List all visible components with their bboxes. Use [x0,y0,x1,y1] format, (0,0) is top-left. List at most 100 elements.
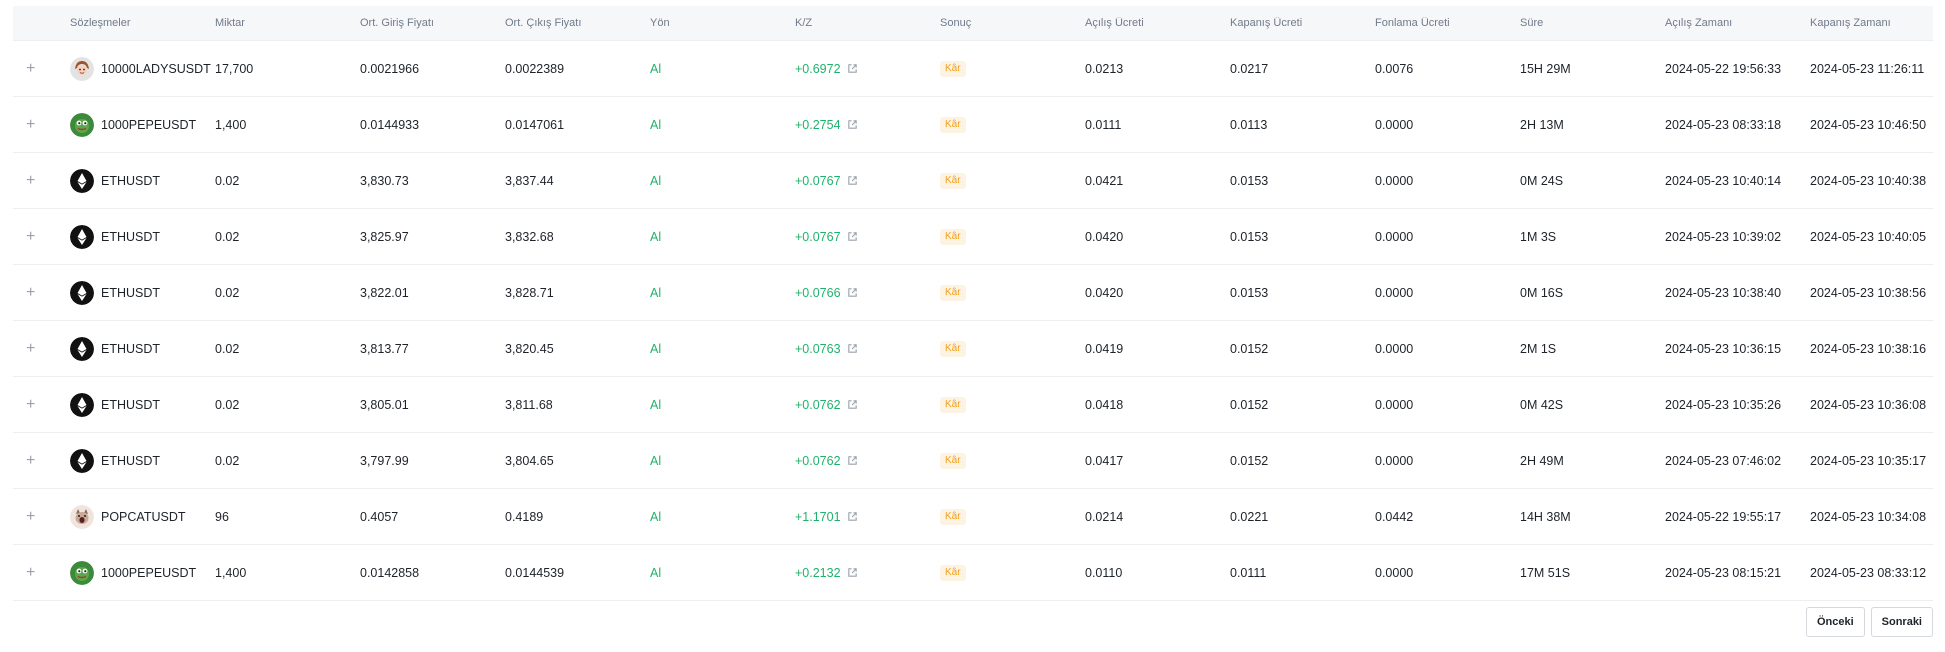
side-cell: Al [650,173,662,188]
open-fee-cell: 0.0421 [1085,173,1124,188]
funding-fee-cell: 0.0442 [1375,509,1414,524]
funding-fee-cell: 0.0000 [1375,453,1414,468]
col-header-entry-price: Ort. Giriş Fiyatı [360,17,434,29]
share-icon[interactable] [847,287,858,298]
duration-cell: 0M 24S [1520,173,1564,188]
pnl-link[interactable]: +0.2132 [795,566,858,580]
col-header-contract: Sözleşmeler [70,17,131,29]
exit-price-cell: 3,820.45 [505,341,554,356]
close-fee-cell: 0.0153 [1230,285,1269,300]
pnl-value: +0.0767 [795,173,841,188]
result-badge: Kâr [940,285,966,301]
expand-row-icon[interactable]: + [13,397,35,413]
result-badge: Kâr [940,453,966,469]
contract-cell: ETHUSDT [70,392,215,417]
entry-price-cell: 3,813.77 [360,341,409,356]
side-cell: Al [650,61,662,76]
open-fee-cell: 0.0111 [1085,117,1122,132]
close-fee-cell: 0.0152 [1230,397,1269,412]
expand-row-icon[interactable]: + [13,117,35,133]
funding-fee-cell: 0.0000 [1375,565,1414,580]
duration-cell: 0M 42S [1520,397,1564,412]
share-icon[interactable] [847,63,858,74]
share-icon[interactable] [847,231,858,242]
share-icon[interactable] [847,399,858,410]
quantity-cell: 0.02 [215,453,240,468]
col-header-open-time: Açılış Zamanı [1665,17,1733,29]
open-fee-cell: 0.0420 [1085,285,1124,300]
entry-price-cell: 0.0142858 [360,565,420,580]
pnl-link[interactable]: +0.0763 [795,342,858,356]
next-page-button[interactable]: Sonraki [1870,607,1933,637]
pnl-link[interactable]: +0.2754 [795,118,858,132]
result-badge: Kâr [940,117,966,133]
open-fee-cell: 0.0417 [1085,453,1124,468]
entry-price-cell: 0.0021966 [360,61,420,76]
contract-symbol: ETHUSDT [101,453,161,468]
share-icon[interactable] [847,567,858,578]
quantity-cell: 0.02 [215,397,240,412]
close-time-cell: 2024-05-23 08:33:12 [1810,565,1927,580]
entry-price-cell: 0.0144933 [360,117,420,132]
table-row: +1000PEPEUSDT 1,400 0.0142858 0.0144539 Al +0… [13,545,1933,601]
share-icon[interactable] [847,511,858,522]
pnl-link[interactable]: +0.0767 [795,230,858,244]
open-time-cell: 2024-05-22 19:55:17 [1665,509,1782,524]
pnl-link[interactable]: +0.0767 [795,174,858,188]
expand-row-icon[interactable]: + [13,453,35,469]
expand-row-icon[interactable]: + [13,565,35,581]
expand-row-icon[interactable]: + [13,509,35,525]
quantity-cell: 0.02 [215,173,240,188]
contract-cell: ETHUSDT [70,224,215,249]
eth-coin-icon [70,280,94,305]
pnl-value: +0.6972 [795,61,841,76]
col-header-duration: Süre [1520,17,1544,29]
col-header-close-fee: Kapanış Ücreti [1230,17,1303,29]
close-time-cell: 2024-05-23 10:34:08 [1810,509,1927,524]
expand-row-icon[interactable]: + [13,173,35,189]
pnl-link[interactable]: +0.6972 [795,62,858,76]
open-fee-cell: 0.0110 [1085,565,1123,580]
entry-price-cell: 3,822.01 [360,285,409,300]
close-fee-cell: 0.0111 [1230,565,1267,580]
pnl-value: +0.0762 [795,453,841,468]
open-fee-cell: 0.0213 [1085,61,1124,76]
pnl-link[interactable]: +0.0762 [795,454,858,468]
duration-cell: 0M 16S [1520,285,1564,300]
entry-price-cell: 3,805.01 [360,397,409,412]
eth-coin-icon [70,336,94,361]
prev-page-button[interactable]: Önceki [1805,607,1865,637]
side-cell: Al [650,341,662,356]
share-icon[interactable] [847,175,858,186]
expand-row-icon[interactable]: + [13,61,35,77]
share-icon[interactable] [847,343,858,354]
col-header-result: Sonuç [940,17,972,29]
expand-row-icon[interactable]: + [13,341,35,357]
pnl-value: +0.0767 [795,229,841,244]
contract-cell: ETHUSDT [70,280,215,305]
close-time-cell: 2024-05-23 11:26:11 [1810,61,1925,76]
table-header: Sözleşmeler Miktar Ort. Giriş Fiyatı Ort… [13,6,1933,41]
table-row: + ETHUSDT 0.02 3,805.01 3,811.68 Al +0.0762 Kâr… [13,377,1933,433]
pnl-link[interactable]: +0.0766 [795,286,858,300]
funding-fee-cell: 0.0076 [1375,61,1414,76]
table-row: +1000PEPEUSDT 1,400 0.0144933 0.0147061 Al +0… [13,97,1933,153]
result-badge: Kâr [940,397,966,413]
share-icon[interactable] [847,119,858,130]
entry-price-cell: 3,797.99 [360,453,409,468]
contract-symbol: POPCATUSDT [101,509,186,524]
contract-symbol: ETHUSDT [101,173,161,188]
table-row: + ETHUSDT 0.02 3,830.73 3,837.44 Al +0.0767 Kâr… [13,153,1933,209]
pnl-link[interactable]: +1.1701 [795,510,858,524]
funding-fee-cell: 0.0000 [1375,173,1414,188]
pnl-link[interactable]: +0.0762 [795,398,858,412]
trade-history-table: Sözleşmeler Miktar Ort. Giriş Fiyatı Ort… [13,6,1933,601]
table-row: + ETHUSDT 0.02 3,813.77 3,820.45 Al +0.0763 Kâr… [13,321,1933,377]
open-fee-cell: 0.0418 [1085,397,1124,412]
expand-row-icon[interactable]: + [13,229,35,245]
col-header-side: Yön [650,17,670,29]
share-icon[interactable] [847,455,858,466]
close-fee-cell: 0.0153 [1230,229,1269,244]
duration-cell: 15H 29M [1520,61,1571,76]
expand-row-icon[interactable]: + [13,285,35,301]
